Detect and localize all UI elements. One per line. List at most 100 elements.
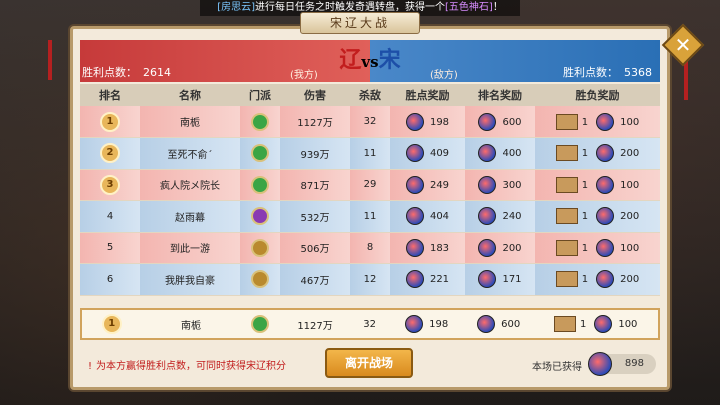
rank-medal-icon: 3 [100, 174, 120, 195]
gem-icon [405, 144, 424, 163]
gem-icon [405, 238, 424, 257]
left-side-tag: (我方) [290, 70, 318, 81]
faction-icon [251, 112, 269, 131]
ticker-end: ！ [492, 2, 503, 13]
self-name: 南栀 [141, 310, 241, 338]
rank-reward-cell: 300 [465, 169, 535, 201]
left-score-value: 2614 [143, 66, 171, 79]
damage-cell: 871万 [280, 169, 350, 201]
gem-icon [478, 207, 497, 226]
rank-medal-icon: 1 [100, 111, 120, 132]
gem-icon [596, 112, 615, 131]
player-name[interactable]: 疯人院メ院长 [140, 169, 240, 201]
rank-number: 4 [106, 210, 114, 222]
table-row: 1 南栀 1127万 32 198 600 1 100 [80, 106, 660, 138]
rank-cell: 6 [80, 263, 140, 296]
rank-reward-cell: 240 [465, 200, 535, 233]
liao-vs-song-emblem: 辽vs宋 [339, 47, 401, 73]
rank-cell: 1 [80, 106, 140, 138]
chest-icon[interactable] [553, 316, 576, 332]
table-row: 5 到此一游 506万 8 183 200 1 100 [80, 232, 660, 264]
table-row: 4 赵雨幕 532万 11 404 240 1 200 [80, 200, 660, 233]
table-row: 6 我胖我自豪 467万 12 221 171 1 200 [80, 263, 660, 296]
win-points-cell: 183 [390, 232, 465, 264]
win-points-cell: 249 [390, 169, 465, 201]
rank-reward-cell: 600 [465, 106, 535, 138]
self-rank-cell: 1 [82, 310, 142, 338]
damage-cell: 467万 [280, 263, 350, 296]
header-rank-reward: 排名奖励 [465, 84, 535, 106]
gem-icon [596, 144, 615, 163]
win-points-cell: 404 [390, 200, 465, 233]
player-name[interactable]: 我胖我自豪 [140, 263, 240, 296]
leave-battlefield-button[interactable]: 离开战场 [325, 348, 413, 378]
rank-reward-cell: 200 [465, 232, 535, 264]
faction-icon [251, 270, 269, 289]
right-side-tag: (敌方) [430, 70, 458, 81]
rank-medal-icon: 2 [100, 143, 120, 164]
faction-cell [240, 232, 280, 264]
self-rank-reward-cell: 600 [463, 310, 534, 338]
rank-cell: 3 [80, 169, 140, 201]
warning-icon: ! [88, 361, 93, 372]
self-win-points-cell: 198 [389, 310, 464, 338]
kills-cell: 11 [350, 137, 390, 170]
win-reward-cell: 1 200 [535, 263, 660, 296]
chest-icon[interactable] [555, 145, 578, 162]
player-name[interactable]: 赵雨幕 [140, 200, 240, 233]
right-score-label: 胜利点数： 5368 [563, 66, 652, 79]
self-row: 1 南栀 1127万 32 198 600 1 100 [82, 310, 658, 338]
gem-icon [478, 144, 497, 163]
rank-cell: 2 [80, 137, 140, 170]
ranking-table: 排名 名称 门派 伤害 杀敌 胜点奖励 排名奖励 胜负奖励 1 南栀 1127万… [80, 84, 660, 296]
gem-icon [478, 112, 497, 131]
chest-icon[interactable] [555, 208, 578, 225]
chest-icon[interactable] [555, 239, 578, 256]
win-points-cell: 409 [390, 137, 465, 170]
gem-icon [588, 352, 612, 376]
header-damage: 伤害 [280, 84, 350, 106]
win-reward-cell: 1 200 [535, 200, 660, 233]
gem-icon [596, 270, 615, 289]
gem-icon [405, 112, 424, 131]
table-row: 2 至死不俞ˊ 939万 11 409 400 1 200 [80, 137, 660, 170]
player-name[interactable]: 南栀 [140, 106, 240, 138]
gem-icon [594, 315, 613, 333]
header-rank: 排名 [80, 84, 140, 106]
damage-cell: 1127万 [280, 106, 350, 138]
right-lantern-icon [684, 60, 688, 100]
chest-icon[interactable] [555, 271, 578, 288]
gem-icon [405, 175, 424, 194]
hint-text: ! 为本方赢得胜利点数，可同时获得宋辽积分 [88, 361, 287, 372]
faction-cell [240, 200, 280, 233]
gem-icon [478, 270, 497, 289]
win-reward-cell: 1 100 [535, 106, 660, 138]
gem-icon [596, 207, 615, 226]
rank-number: 6 [106, 273, 114, 285]
left-score-label: 胜利点数： 2614 [82, 66, 171, 79]
win-reward-cell: 1 100 [535, 169, 660, 201]
self-kills: 32 [349, 310, 390, 338]
player-name[interactable]: 到此一游 [140, 232, 240, 264]
kills-cell: 12 [350, 263, 390, 296]
header-faction: 门派 [240, 84, 280, 106]
kills-cell: 32 [350, 106, 390, 138]
ticker-item-name[interactable]: [五色神石] [445, 2, 493, 13]
window-title: 宋辽大战 [300, 12, 420, 34]
player-name[interactable]: 至死不俞ˊ [140, 137, 240, 170]
gem-icon [405, 315, 424, 333]
close-icon: ✕ [674, 33, 692, 57]
gem-icon [405, 270, 424, 289]
win-points-cell: 198 [390, 106, 465, 138]
faction-cell [240, 106, 280, 138]
gem-icon [596, 175, 615, 194]
gem-icon [478, 175, 497, 194]
chest-icon[interactable] [555, 176, 578, 193]
faction-cell [240, 169, 280, 201]
rank-cell: 4 [80, 200, 140, 233]
kills-cell: 11 [350, 200, 390, 233]
ticker-player-name[interactable]: [房思云] [217, 2, 255, 13]
rank-reward-cell: 400 [465, 137, 535, 170]
kills-cell: 29 [350, 169, 390, 201]
chest-icon[interactable] [555, 113, 578, 130]
